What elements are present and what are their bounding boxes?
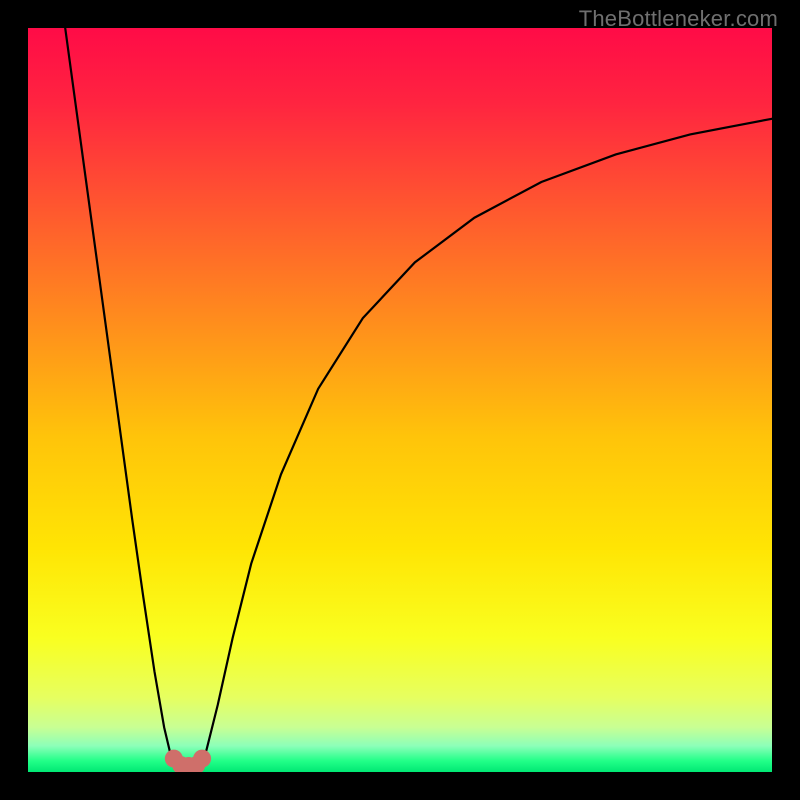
bottleneck-chart — [28, 28, 772, 772]
chart-frame: TheBottleneker.com — [0, 0, 800, 800]
valley-marker-point — [193, 750, 211, 768]
chart-background — [28, 28, 772, 772]
